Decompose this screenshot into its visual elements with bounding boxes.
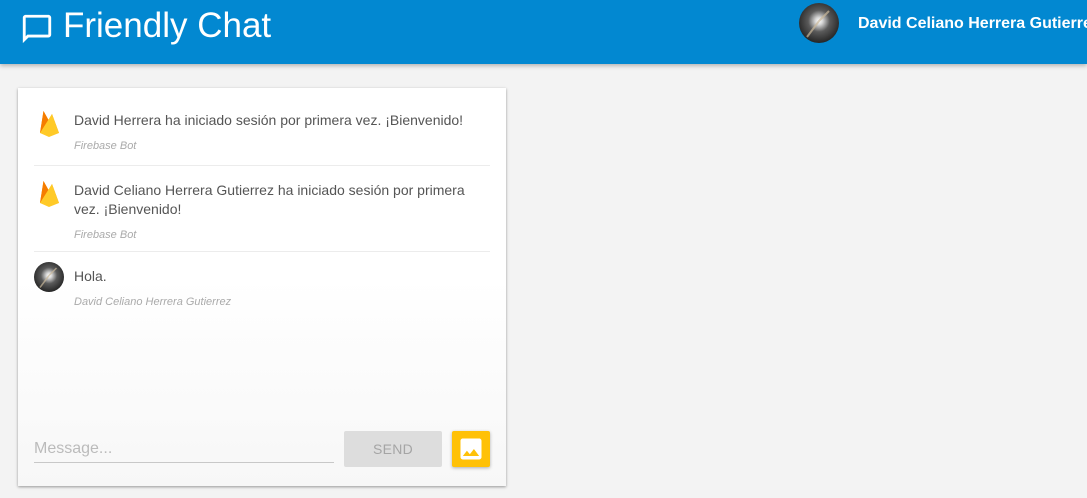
messages-card: David Herrera ha iniciado sesión por pri…: [18, 88, 506, 486]
message-text: Hola.: [74, 268, 107, 284]
upload-image-button[interactable]: [452, 431, 490, 467]
message-text: David Celiano Herrera Gutierrez ha inici…: [74, 182, 465, 217]
user-name: David Celiano Herrera Gutierrez: [858, 15, 1087, 32]
app-title: Friendly Chat: [63, 6, 272, 45]
firebase-flame-icon: [40, 111, 59, 137]
image-icon: [460, 438, 482, 460]
chat-bubble-icon: [22, 14, 52, 44]
user-photo: [34, 262, 64, 292]
user-avatar[interactable]: [799, 3, 839, 43]
send-button[interactable]: SEND: [344, 431, 442, 467]
message-author: David Celiano Herrera Gutierrez: [74, 296, 232, 308]
message-item: David Celiano Herrera Gutierrez ha inici…: [34, 166, 490, 252]
message-author: Firebase Bot: [74, 140, 137, 152]
message-text: David Herrera ha iniciado sesión por pri…: [74, 112, 464, 128]
message-author: Firebase Bot: [74, 229, 137, 241]
message-item: Hola. David Celiano Herrera Gutierrez: [34, 252, 490, 318]
message-item: David Herrera ha iniciado sesión por pri…: [34, 96, 490, 166]
app-header: Friendly Chat David Celiano Herrera Guti…: [0, 0, 1087, 64]
message-list: David Herrera ha iniciado sesión por pri…: [34, 96, 490, 318]
message-input[interactable]: [34, 436, 334, 463]
firebase-flame-icon: [40, 181, 59, 207]
